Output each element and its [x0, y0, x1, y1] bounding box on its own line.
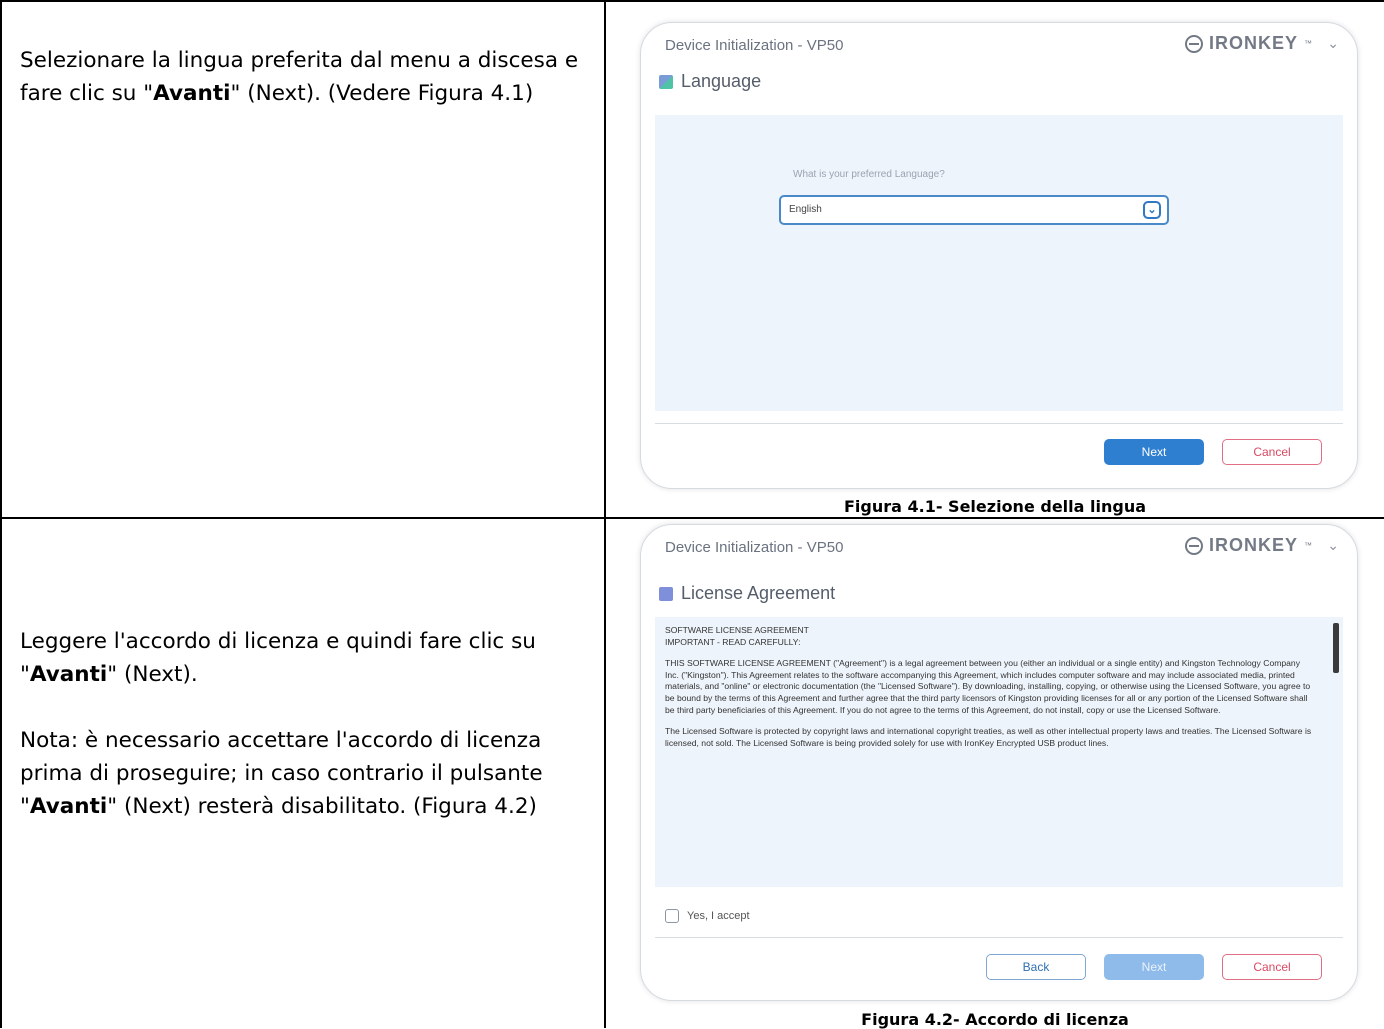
license-text-panel[interactable]: SOFTWARE LICENSE AGREEMENT IMPORTANT - R… [655, 617, 1343, 887]
instruction-text-2: Leggere l'accordo di licenza e quindi fa… [20, 625, 600, 856]
document-icon [659, 586, 673, 601]
section-header: License Agreement [659, 583, 835, 604]
divider [655, 423, 1343, 424]
instruction-paragraph: Selezionare la lingua preferita dal menu… [20, 44, 600, 110]
license-text: SOFTWARE LICENSE AGREEMENT IMPORTANT - R… [665, 625, 1313, 759]
brand-name: IRONKEY [1208, 33, 1298, 53]
language-question: What is your preferred Language? [793, 169, 945, 180]
table-border-row [0, 517, 1384, 519]
chevron-down-icon[interactable]: ⌄ [1327, 35, 1339, 52]
next-button-disabled[interactable]: Next [1104, 954, 1204, 980]
brand-name: IRONKEY [1208, 535, 1298, 555]
dialog-title: Device Initialization - VP50 [665, 539, 844, 556]
section-title: License Agreement [681, 583, 836, 603]
instruction-text-1: Selezionare la lingua preferita dal menu… [20, 44, 600, 143]
bold-text: Avanti [29, 662, 108, 687]
language-panel: What is your preferred Language? English… [655, 115, 1343, 411]
bold-text: Avanti [153, 81, 231, 106]
scrollbar[interactable] [1333, 623, 1339, 879]
table-border-left [0, 0, 2, 1028]
license-dialog: Device Initialization - VP50 IRONKEY ™ ⌄… [640, 524, 1358, 1001]
language-dialog: Device Initialization - VP50 IRONKEY ™ ⌄… [640, 22, 1358, 489]
ironkey-logo-icon [1184, 536, 1203, 555]
bold-text: Avanti [29, 794, 108, 819]
instruction-paragraph: Nota: è necessario accettare l'accordo d… [20, 724, 600, 823]
language-select[interactable]: English ⌄ [779, 195, 1169, 225]
license-heading-2: IMPORTANT - READ CAREFULLY: [665, 636, 801, 647]
license-paragraph-2: The Licensed Software is protected by co… [665, 726, 1312, 748]
accept-checkbox[interactable] [665, 909, 679, 923]
text-segment: " (Next). (Vedere Figura 4.1) [230, 81, 534, 106]
text-segment: " (Next) resterà disabilitato. (Figura 4… [107, 794, 537, 819]
ironkey-logo-icon [1184, 34, 1203, 53]
language-select-value: English [789, 204, 822, 215]
ironkey-logo: IRONKEY ™ [1184, 33, 1313, 54]
cancel-button[interactable]: Cancel [1222, 954, 1322, 980]
license-heading-1: SOFTWARE LICENSE AGREEMENT [665, 625, 809, 635]
ironkey-logo: IRONKEY ™ [1184, 535, 1313, 556]
trademark-mark: ™ [1304, 541, 1313, 550]
figure-caption-1: Figura 4.1- Selezione della lingua [843, 497, 1147, 516]
section-title: Language [681, 71, 762, 91]
trademark-mark: ™ [1304, 39, 1313, 48]
license-paragraph-1: THIS SOFTWARE LICENSE AGREEMENT ("Agreem… [665, 658, 1311, 715]
table-border-top [0, 0, 1384, 2]
language-icon [659, 74, 673, 89]
accept-label: Yes, I accept [687, 910, 750, 922]
cancel-button[interactable]: Cancel [1222, 439, 1322, 465]
text-segment: " (Next). [107, 662, 198, 687]
chevron-down-icon[interactable]: ⌄ [1327, 537, 1339, 554]
back-button[interactable]: Back [986, 954, 1086, 980]
figure-caption-2: Figura 4.2- Accordo di licenza [861, 1010, 1129, 1029]
accept-checkbox-row[interactable]: Yes, I accept [665, 909, 750, 923]
instruction-paragraph: Leggere l'accordo di licenza e quindi fa… [20, 625, 600, 691]
next-button[interactable]: Next [1104, 439, 1204, 465]
section-header: Language [659, 71, 761, 92]
scrollbar-thumb[interactable] [1333, 623, 1339, 673]
divider [655, 937, 1343, 938]
dialog-title: Device Initialization - VP50 [665, 37, 844, 54]
chevron-down-icon[interactable]: ⌄ [1143, 201, 1161, 219]
